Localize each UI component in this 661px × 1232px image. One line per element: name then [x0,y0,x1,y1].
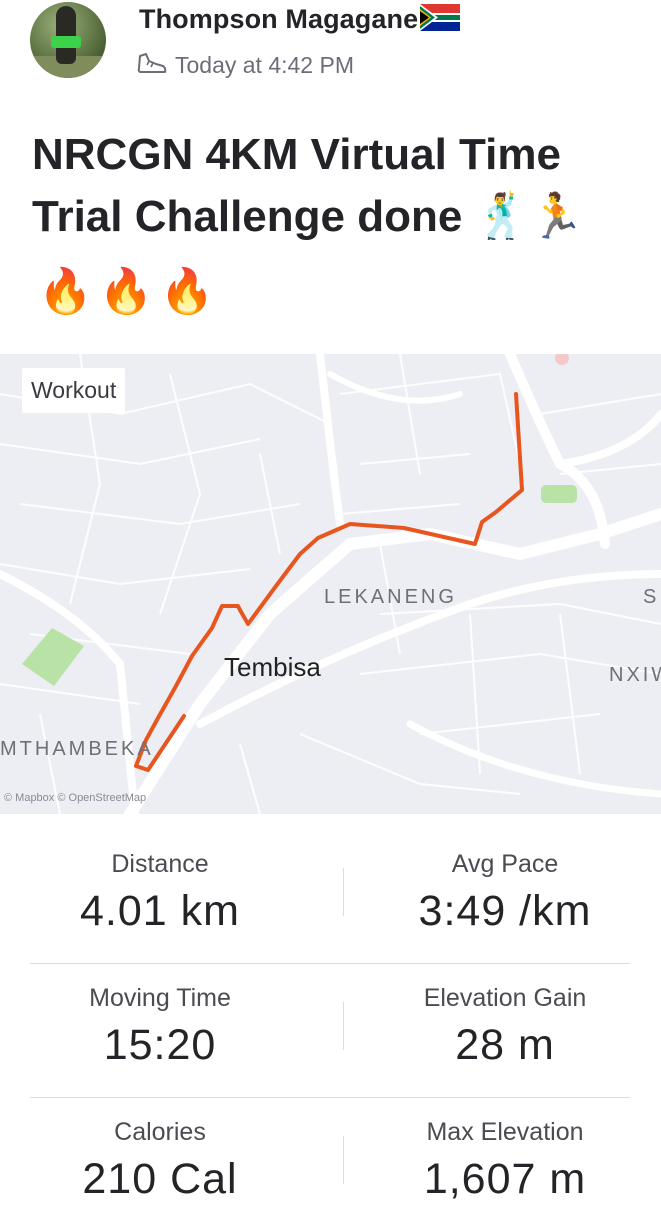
stat-max-elevation: Max Elevation 1,607 m [345,1098,661,1204]
stat-label: Moving Time [89,984,231,1012]
fire-emoji-row: 🔥🔥🔥 [38,265,220,317]
map-attribution[interactable]: © Mapbox © OpenStreetMap [4,792,146,804]
stat-label: Elevation Gain [423,984,587,1012]
avatar[interactable] [30,2,106,78]
stat-label: Max Elevation [426,1118,584,1146]
map-label-tembisa: Tembisa [224,652,321,682]
stats-row: Distance 4.01 km Avg Pace 3:49 /km [0,830,661,964]
athlete-name[interactable]: Thompson Magagane [139,4,461,38]
stats-row: Moving Time 15:20 Elevation Gain 28 m [0,964,661,1098]
stat-elevation-gain: Elevation Gain 28 m [345,964,661,1070]
stats-row: Calories 210 Cal Max Elevation 1,607 m [0,1098,661,1232]
stat-avg-pace: Avg Pace 3:49 /km [345,830,661,936]
stat-divider [343,1136,344,1184]
map-label-nxiw: NXIW [609,664,661,686]
stat-value: 4.01 km [80,887,240,935]
stat-value: 28 m [455,1021,555,1069]
stat-label: Calories [114,1118,206,1146]
map-label-lekaneng: LEKANENG [324,586,457,608]
stat-moving-time: Moving Time 15:20 [0,964,320,1070]
stat-value: 1,607 m [423,1155,587,1203]
activity-title[interactable]: NRCGN 4KM Virtual Time Trial Challenge d… [32,124,644,248]
workout-badge: Workout [22,368,126,413]
stat-label: Avg Pace [451,850,559,878]
shoe-icon [137,52,167,82]
stat-value: 3:49 /km [418,887,592,935]
stat-value: 210 Cal [82,1155,238,1203]
map-label-s: S [643,586,660,608]
stat-calories: Calories 210 Cal [0,1098,320,1204]
activity-header: Thompson Magagane Today at 4:42 PM [0,0,661,100]
athlete-name-text[interactable]: Thompson Magagane [139,4,418,34]
route-map[interactable]: Workout LEKANENG Tembisa MTHAMBEKA NXIW … [0,354,661,814]
stat-value: 15:20 [103,1021,217,1069]
fire-emoji-icon: 🔥🔥🔥 [38,267,221,316]
timestamp-text: Today at 4:42 PM [175,52,354,78]
stat-divider [343,868,344,916]
stats-grid: Distance 4.01 km Avg Pace 3:49 /km Movin… [0,830,661,1232]
map-label-mthambeka: MTHAMBEKA [0,738,154,760]
dancer-runner-emoji: 🕺🏃 [474,192,585,241]
south-africa-flag-icon [420,4,461,38]
stat-divider [343,1002,344,1050]
stat-label: Distance [111,850,209,878]
activity-timestamp: Today at 4:42 PM [137,52,354,82]
stat-distance: Distance 4.01 km [0,830,320,936]
